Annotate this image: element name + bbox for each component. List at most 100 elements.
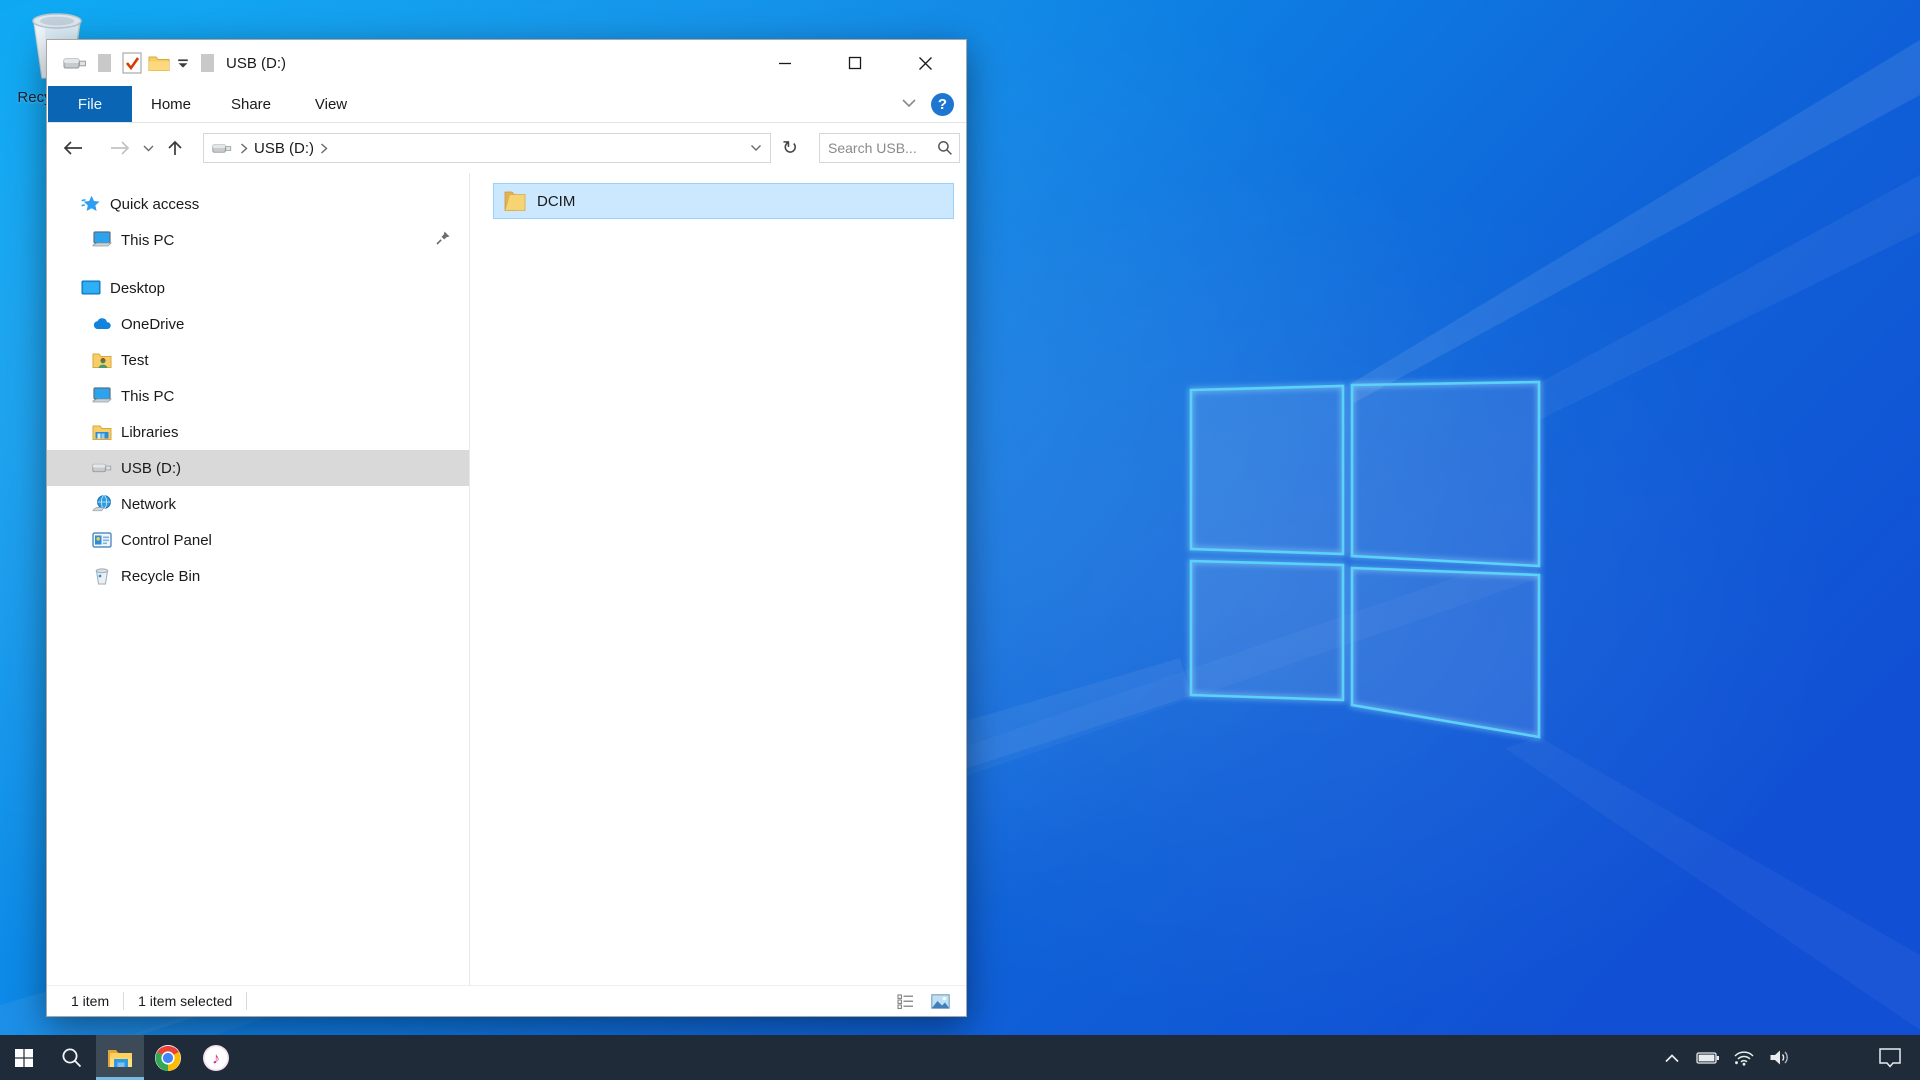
breadcrumb-chevron-icon[interactable]	[320, 143, 328, 154]
sidebar-item-usb-drive[interactable]: USB (D:)	[47, 450, 469, 486]
file-name: DCIM	[537, 193, 575, 210]
music-note-glyph: ♪	[212, 1050, 220, 1067]
thumbnail-view-icon	[931, 994, 950, 1009]
status-bar: 1 item 1 item selected	[47, 985, 966, 1016]
qat-separator	[98, 54, 111, 72]
sidebar-item-control-panel[interactable]: Control Panel	[47, 522, 469, 558]
system-tray	[1654, 1035, 1920, 1080]
notification-icon	[1878, 1047, 1902, 1069]
taskbar: ♪	[0, 1035, 1920, 1080]
sidebar-item-recycle-bin[interactable]: Recycle Bin	[47, 558, 469, 594]
chevron-down-icon	[143, 145, 154, 152]
sidebar-item-label: Libraries	[121, 424, 179, 441]
sidebar-item-libraries[interactable]: Libraries	[47, 414, 469, 450]
taskbar-file-explorer-button[interactable]	[96, 1035, 144, 1080]
desktop-icon	[81, 278, 101, 298]
minimize-icon	[778, 56, 792, 70]
control-panel-icon	[92, 530, 112, 550]
qat-new-folder-button[interactable]	[148, 55, 170, 72]
usb-drive-window-icon	[63, 56, 87, 71]
back-arrow-icon	[62, 140, 84, 156]
user-folder-icon	[92, 350, 112, 370]
quick-access-star-icon	[81, 194, 101, 214]
back-button[interactable]	[61, 140, 85, 156]
sidebar-item-label: Desktop	[110, 280, 165, 297]
taskbar-itunes-button[interactable]: ♪	[192, 1035, 240, 1080]
selection-count: 1 item selected	[138, 993, 232, 1009]
item-count: 1 item	[71, 993, 109, 1009]
status-separator	[246, 992, 247, 1010]
tab-home[interactable]: Home	[132, 86, 210, 122]
show-hidden-icons-button[interactable]	[1654, 1035, 1690, 1080]
sidebar-item-this-pc[interactable]: This PC	[47, 378, 469, 414]
sidebar-item-network[interactable]: Network	[47, 486, 469, 522]
refresh-button[interactable]: ↻	[777, 137, 803, 160]
libraries-icon	[92, 422, 112, 442]
pin-icon	[435, 230, 451, 250]
title-bar[interactable]: USB (D:)	[47, 40, 966, 86]
windows-start-icon	[14, 1048, 34, 1068]
forward-arrow-icon	[109, 140, 131, 156]
minimize-button[interactable]	[750, 40, 820, 86]
sidebar-item-label: Quick access	[110, 196, 199, 213]
up-button[interactable]	[163, 140, 187, 157]
folder-icon	[503, 190, 527, 212]
recycle-bin-icon	[92, 566, 112, 586]
maximize-icon	[848, 56, 862, 70]
wifi-indicator[interactable]	[1726, 1035, 1762, 1080]
network-icon	[92, 494, 112, 514]
start-button[interactable]	[0, 1035, 48, 1080]
sidebar-item-label: This PC	[121, 388, 174, 405]
sidebar-item-label: USB (D:)	[121, 460, 181, 477]
ribbon-tabs: File Home Share View ?	[47, 86, 966, 123]
close-button[interactable]	[890, 40, 960, 86]
usb-drive-icon	[92, 458, 112, 478]
address-bar[interactable]: USB (D:)	[203, 133, 771, 163]
sidebar-item-label: Recycle Bin	[121, 568, 200, 585]
address-dropdown-button[interactable]	[750, 139, 762, 157]
action-center-button[interactable]	[1860, 1035, 1920, 1080]
search-icon	[61, 1047, 83, 1069]
expand-ribbon-button[interactable]	[901, 95, 917, 113]
file-item-dcim[interactable]: DCIM	[493, 183, 954, 219]
file-list[interactable]: DCIM	[470, 173, 966, 985]
sidebar-item-quick-access[interactable]: Quick access	[47, 186, 469, 222]
search-icon[interactable]	[937, 140, 953, 156]
tab-file[interactable]: File	[48, 86, 132, 122]
tab-share[interactable]: Share	[210, 86, 292, 122]
volume-indicator[interactable]	[1762, 1035, 1798, 1080]
sidebar-item-this-pc-pinned[interactable]: This PC	[47, 222, 469, 258]
chevron-down-bar-icon	[176, 58, 190, 69]
large-icons-view-button[interactable]	[928, 990, 952, 1012]
maximize-button[interactable]	[820, 40, 890, 86]
navigation-pane: Quick access This PC	[47, 173, 470, 985]
checkmark-page-icon	[122, 52, 142, 74]
sidebar-item-label: Test	[121, 352, 149, 369]
taskbar-chrome-button[interactable]	[144, 1035, 192, 1080]
qat-properties-button[interactable]	[122, 52, 142, 74]
battery-indicator[interactable]	[1690, 1035, 1726, 1080]
close-icon	[918, 56, 933, 71]
battery-icon	[1696, 1051, 1720, 1065]
sidebar-item-desktop[interactable]: Desktop	[47, 270, 469, 306]
details-view-button[interactable]	[894, 990, 918, 1012]
search-box[interactable]	[819, 133, 960, 163]
breadcrumb[interactable]: USB (D:)	[254, 140, 314, 157]
usb-drive-icon	[212, 142, 232, 155]
wifi-icon	[1733, 1049, 1755, 1066]
search-input[interactable]	[828, 140, 937, 156]
itunes-icon: ♪	[203, 1045, 229, 1071]
this-pc-icon	[92, 230, 112, 250]
sidebar-item-test[interactable]: Test	[47, 342, 469, 378]
sidebar-item-label: OneDrive	[121, 316, 184, 333]
navigation-bar: USB (D:) ↻	[47, 123, 966, 173]
sidebar-item-onedrive[interactable]: OneDrive	[47, 306, 469, 342]
recent-locations-button[interactable]	[141, 145, 155, 152]
qat-customize-button[interactable]	[176, 58, 190, 69]
chrome-icon	[155, 1045, 181, 1071]
tab-view[interactable]: View	[292, 86, 370, 122]
help-button[interactable]: ?	[931, 93, 954, 116]
breadcrumb-chevron-icon	[240, 143, 248, 154]
taskbar-search-button[interactable]	[48, 1035, 96, 1080]
forward-button[interactable]	[108, 140, 132, 156]
